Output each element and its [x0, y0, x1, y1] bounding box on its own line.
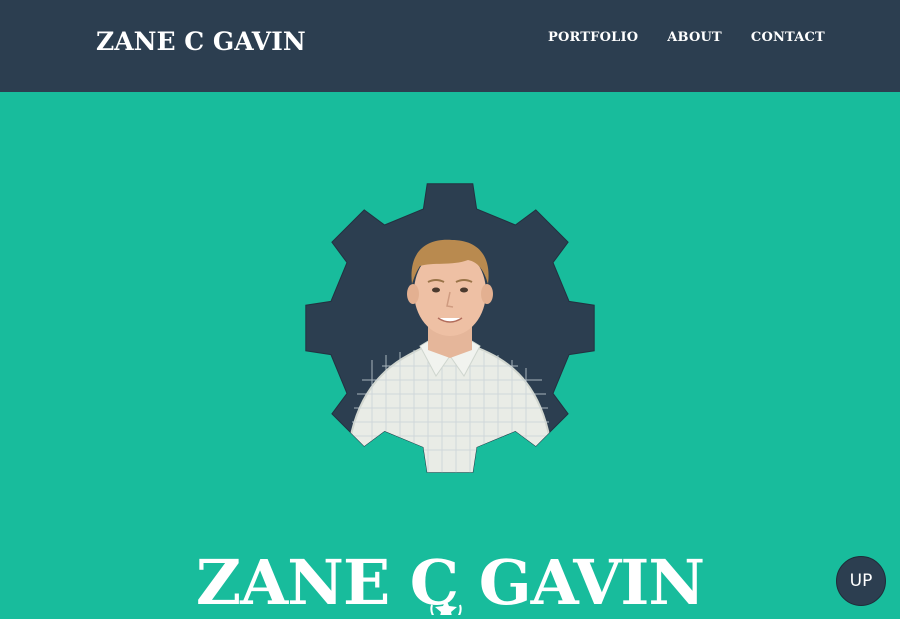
scroll-up-button[interactable]: UP — [836, 556, 886, 606]
nav-link-contact[interactable]: CONTACT — [751, 30, 825, 45]
nav-link-about[interactable]: ABOUT — [667, 30, 722, 45]
nav-links: PORTFOLIO ABOUT CONTACT — [548, 30, 854, 45]
gear-icon — [305, 183, 595, 473]
top-navbar: ZANE C GAVIN PORTFOLIO ABOUT CONTACT — [0, 0, 900, 92]
hero-section: ZANE C GAVIN — [0, 92, 900, 617]
nav-link-portfolio[interactable]: PORTFOLIO — [548, 30, 638, 45]
star-icon — [428, 595, 464, 615]
profile-avatar — [302, 180, 598, 476]
brand-link[interactable]: ZANE C GAVIN — [96, 27, 306, 56]
